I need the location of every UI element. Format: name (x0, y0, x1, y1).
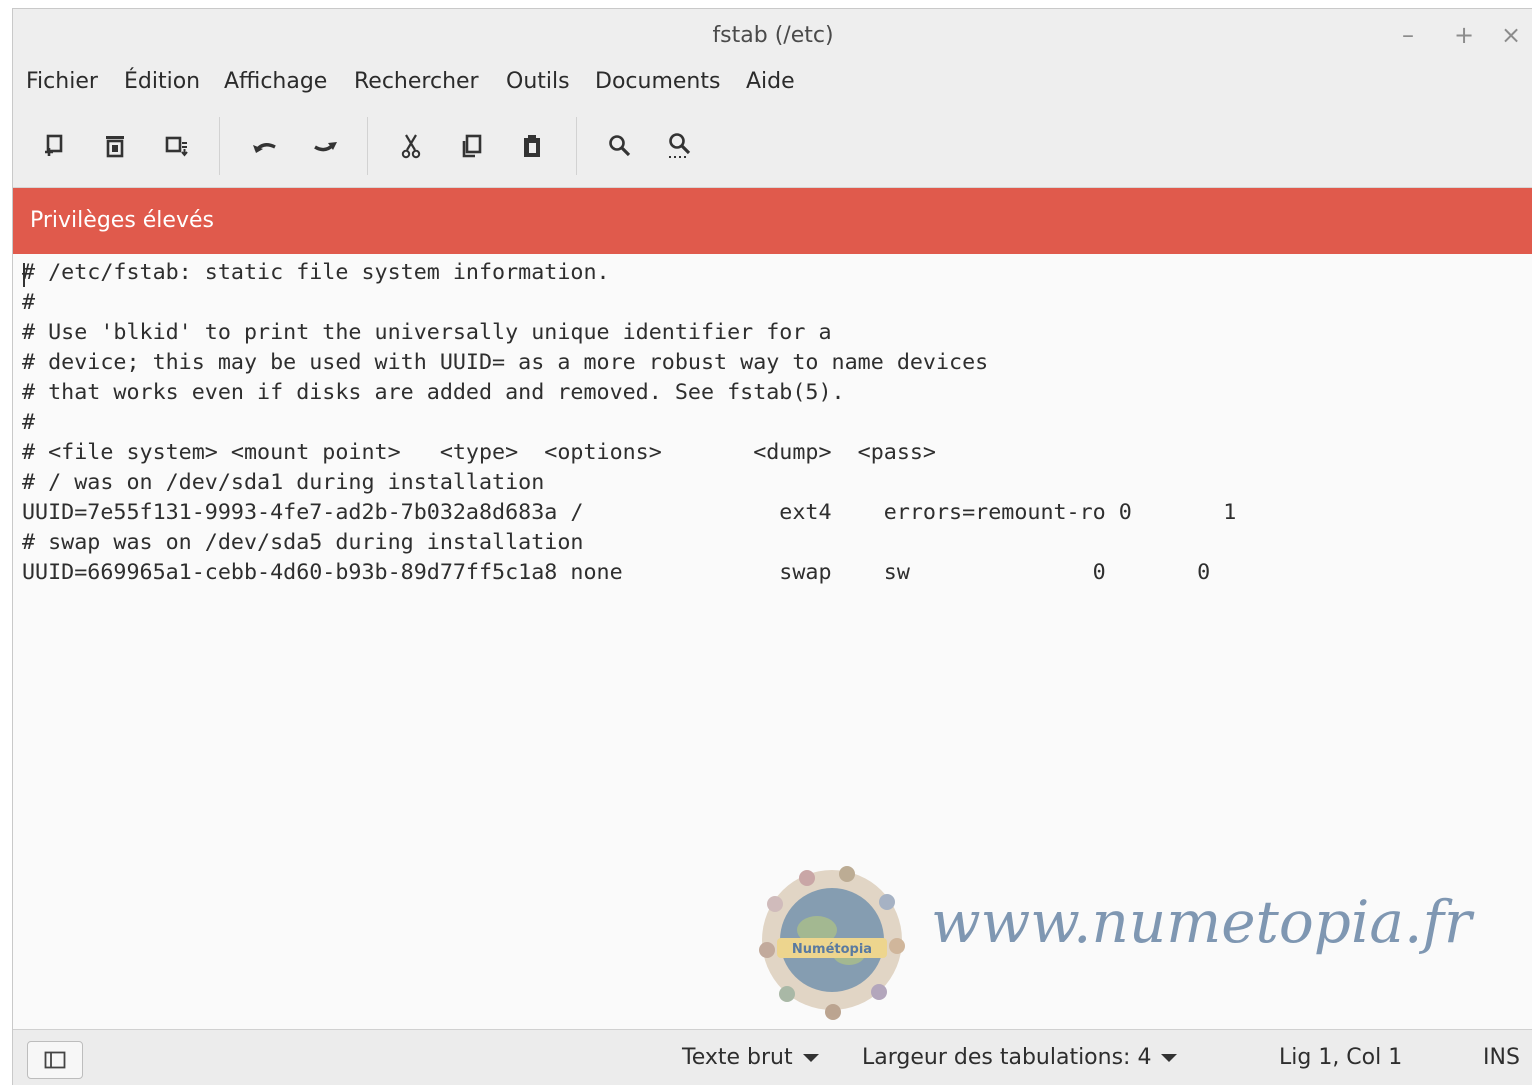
save-button[interactable] (160, 129, 194, 163)
code-line: # device; this may be used with UUID= as… (22, 350, 989, 375)
menu-rechercher[interactable]: Rechercher (352, 69, 481, 94)
toolbar (13, 105, 1532, 188)
tab-width-label: Largeur des tabulations: 4 (862, 1045, 1152, 1070)
numetopia-logo: Numétopia (747, 854, 917, 1030)
code-line: # swap was on /dev/sda5 during installat… (22, 530, 584, 555)
code-line: UUID=7e55f131-9993-4fe7-ad2b-7b032a8d683… (22, 500, 1237, 525)
redo-button[interactable] (308, 129, 342, 163)
code-line: # <file system> <mount point> <type> <op… (22, 440, 936, 465)
new-document-button[interactable] (37, 129, 71, 163)
redo-icon (314, 142, 337, 152)
search-replace-button[interactable] (663, 129, 697, 163)
close-document-button[interactable] (98, 129, 132, 163)
undo-button[interactable] (248, 129, 282, 163)
status-bar: Texte brut Largeur des tabulations: 4 Li… (13, 1029, 1532, 1085)
copy-icon (462, 134, 482, 158)
code-line: # (22, 290, 36, 315)
toolbar-separator (576, 117, 577, 175)
close-button[interactable]: × (1499, 21, 1523, 49)
menu-edition[interactable]: Édition (122, 69, 202, 94)
menu-affichage[interactable]: Affichage (222, 69, 329, 94)
maximize-button[interactable]: + (1452, 21, 1476, 49)
menu-bar: Fichier Édition Affichage Rechercher Out… (13, 65, 1532, 105)
language-label: Texte brut (682, 1045, 793, 1070)
menu-fichier[interactable]: Fichier (24, 69, 100, 94)
language-selector[interactable]: Texte brut (682, 1045, 819, 1070)
side-panel-toggle-button[interactable] (27, 1041, 83, 1079)
menu-aide[interactable]: Aide (744, 69, 797, 94)
paste-button[interactable] (515, 129, 549, 163)
text-editor-area[interactable]: # /etc/fstab: static file system informa… (13, 254, 1532, 1029)
watermark-text: www.numetopia.fr (931, 888, 1472, 956)
code-line: # / was on /dev/sda1 during installation (22, 470, 545, 495)
insert-mode: INS (1483, 1045, 1520, 1070)
new-document-icon (45, 134, 63, 156)
code-line: # that works even if disks are added and… (22, 380, 845, 405)
logo-text: Numétopia (792, 942, 872, 957)
close-document-icon (106, 136, 124, 158)
code-line: # Use 'blkid' to print the universally u… (22, 320, 832, 345)
search-button[interactable] (603, 129, 637, 163)
search-icon (609, 135, 631, 157)
chevron-down-icon (802, 1054, 819, 1062)
cut-button[interactable] (394, 129, 428, 163)
paste-icon (524, 135, 540, 157)
cursor-position: Lig 1, Col 1 (1279, 1045, 1403, 1070)
menu-outils[interactable]: Outils (504, 69, 572, 94)
window-title: fstab (/etc) (712, 23, 834, 48)
search-replace-icon (669, 133, 691, 158)
copy-button[interactable] (455, 129, 489, 163)
side-panel-icon (44, 1051, 66, 1069)
banner-text: Privilèges élevés (30, 208, 214, 233)
toolbar-separator (367, 117, 368, 175)
code-line: # /etc/fstab: static file system informa… (22, 260, 610, 285)
undo-icon (253, 143, 276, 153)
cut-icon (401, 134, 421, 159)
elevated-privileges-banner: Privilèges élevés (13, 188, 1532, 254)
tab-width-selector[interactable]: Largeur des tabulations: 4 (862, 1045, 1178, 1070)
chevron-down-icon (1161, 1054, 1178, 1062)
code-line: UUID=669965a1-cebb-4d60-b93b-89d77ff5c1a… (22, 560, 1211, 585)
minimize-button[interactable]: – (1396, 21, 1420, 49)
toolbar-separator (219, 117, 220, 175)
title-bar[interactable]: fstab (/etc) – + × (13, 9, 1532, 65)
editor-window: fstab (/etc) – + × Fichier Édition Affic… (12, 8, 1532, 1085)
code-line: # (22, 410, 36, 435)
save-icon (165, 136, 188, 157)
menu-documents[interactable]: Documents (593, 69, 722, 94)
